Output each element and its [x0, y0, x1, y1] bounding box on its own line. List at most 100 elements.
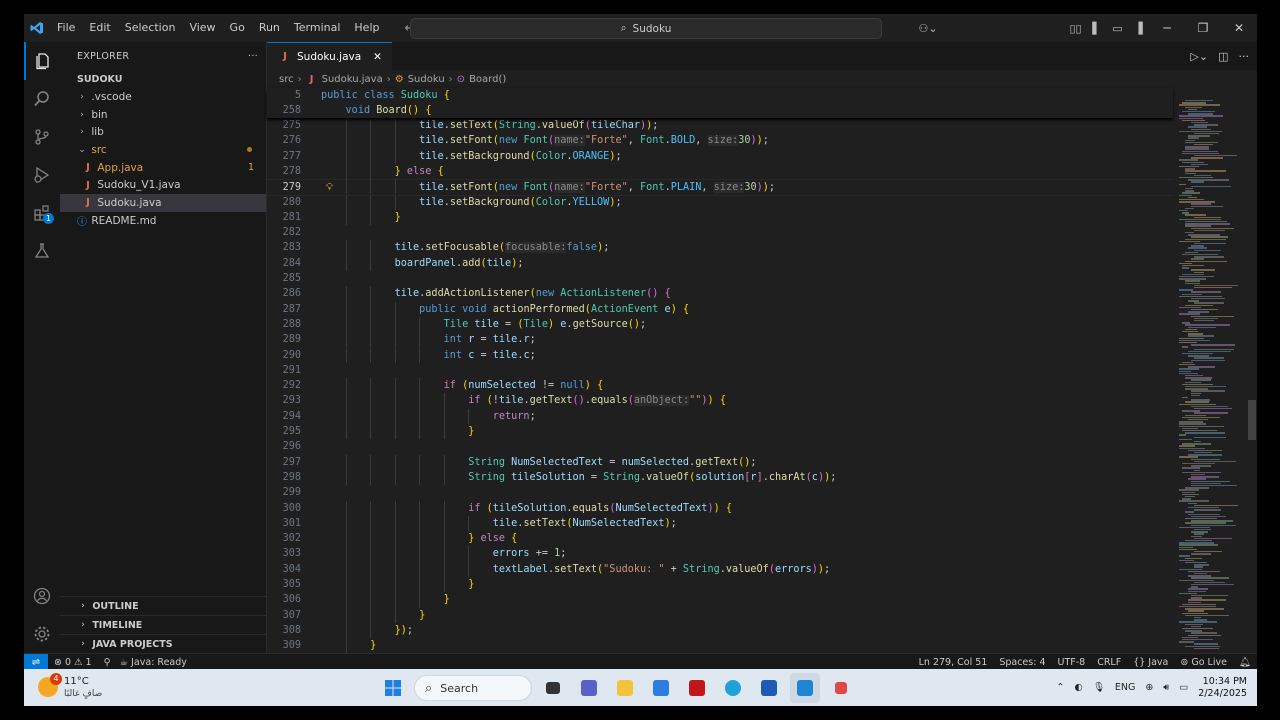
- editor-scrollbar[interactable]: [1248, 400, 1256, 440]
- code-line[interactable]: 305 }: [267, 577, 1173, 592]
- tree-item[interactable]: › bin: [60, 106, 266, 124]
- command-center-search[interactable]: ⌕ Sudoku: [410, 18, 882, 39]
- code-line[interactable]: 275 tile.setText(String.valueOf(tileChar…: [267, 118, 1173, 133]
- word-icon[interactable]: [754, 673, 784, 703]
- code-line[interactable]: 299: [267, 485, 1173, 500]
- tree-item[interactable]: J Sudoku_V1.java: [60, 176, 266, 194]
- encoding[interactable]: UTF-8: [1052, 657, 1092, 668]
- code-line[interactable]: 303 errors += 1;: [267, 546, 1173, 561]
- copilot-icon[interactable]: ⚇⌄: [911, 22, 945, 35]
- code-line[interactable]: 280 tile.setBackground(Color.YELLOW);: [267, 195, 1173, 210]
- breadcrumb-src[interactable]: src: [279, 74, 294, 85]
- code-line[interactable]: 293 if (!tile.getText().equals(anObject:…: [267, 393, 1173, 408]
- tree-item[interactable]: ⓘ README.md: [60, 212, 266, 230]
- sticky-scroll[interactable]: 5 public class Sudoku {258 void Board() {: [267, 88, 1173, 118]
- line-ending[interactable]: CRLF: [1091, 657, 1127, 668]
- toggle-secondary-sidebar-icon[interactable]: ▐: [1128, 22, 1149, 35]
- language-mode[interactable]: {} Java: [1127, 657, 1174, 668]
- show-hidden-icons-chevron-up-icon[interactable]: ⌃: [1057, 682, 1065, 693]
- problems-status[interactable]: ⊗ 0 ⚠ 1: [48, 657, 98, 668]
- network-icon[interactable]: ◐: [1074, 682, 1082, 693]
- account-icon[interactable]: [24, 577, 60, 615]
- lightbulb-icon[interactable]: 💡︎: [326, 180, 333, 195]
- code-line[interactable]: 304 textLabel.setText("Sudoku: " + Strin…: [267, 562, 1173, 577]
- breadcrumb-class[interactable]: Sudoku: [408, 74, 445, 85]
- menu-help[interactable]: Help: [347, 14, 386, 42]
- tree-item[interactable]: J App.java 1: [60, 159, 266, 177]
- java-status[interactable]: ⚲ ☕ Java: Ready: [98, 657, 193, 668]
- section-timeline[interactable]: › TIMELINE: [60, 615, 266, 634]
- run-java-icon[interactable]: ▷⌄: [1190, 50, 1208, 63]
- code-line[interactable]: 278 } else {: [267, 164, 1173, 179]
- menu-terminal[interactable]: Terminal: [287, 14, 348, 42]
- teams-icon[interactable]: [574, 673, 604, 703]
- toggle-sidebar-icon[interactable]: ▌: [1086, 22, 1107, 35]
- code-line[interactable]: 292 if (numSelected != null) {: [267, 378, 1173, 393]
- testing-flask-icon[interactable]: [24, 232, 60, 270]
- go-live-button[interactable]: ⊚ Go Live: [1174, 657, 1233, 668]
- more-actions-icon[interactable]: ···: [248, 51, 258, 62]
- menu-go[interactable]: Go: [223, 14, 252, 42]
- menu-run[interactable]: Run: [252, 14, 287, 42]
- extensions-icon[interactable]: 1: [24, 194, 60, 232]
- notifications-bell-icon[interactable]: 🔔︎: [1233, 657, 1257, 668]
- code-line[interactable]: 297 String NumSelectedText = numSelected…: [267, 455, 1173, 470]
- code-line[interactable]: 298 String tileSolution = String.valueOf…: [267, 470, 1173, 485]
- start-windows-icon[interactable]: [378, 673, 408, 703]
- tree-item[interactable]: ⌄ src: [60, 141, 266, 159]
- minimap[interactable]: [1173, 88, 1245, 653]
- indentation[interactable]: Spaces: 4: [993, 657, 1051, 668]
- code-line[interactable]: 290 int c = tile.c;: [267, 348, 1173, 363]
- code-line[interactable]: 288 Tile tile = (Tile) e.getSource();: [267, 317, 1173, 332]
- settings-gear-icon[interactable]: [24, 615, 60, 653]
- menu-file[interactable]: File: [50, 14, 82, 42]
- snipping-tool-icon[interactable]: [826, 673, 856, 703]
- source-control-icon[interactable]: [24, 118, 60, 156]
- code-line[interactable]: 296: [267, 439, 1173, 454]
- code-line[interactable]: 276 tile.setFont(new Font(name:"Forte", …: [267, 133, 1173, 148]
- mcafee-icon[interactable]: [682, 673, 712, 703]
- code-line[interactable]: 308 });: [267, 623, 1173, 638]
- globe-icon[interactable]: ⊕: [1145, 682, 1153, 693]
- code-line[interactable]: 281 }: [267, 210, 1173, 225]
- menu-edit[interactable]: Edit: [82, 14, 117, 42]
- tab-close-icon[interactable]: ✕: [373, 51, 382, 63]
- code-line[interactable]: 287 public void actionPerformed(ActionEv…: [267, 302, 1173, 317]
- weather-widget[interactable]: 4 11°C صافٍ غالبًا: [36, 673, 126, 703]
- toggle-panel-icon[interactable]: ▭: [1107, 22, 1128, 35]
- code-line[interactable]: 277 tile.setBackground(Color.ORANGE);: [267, 149, 1173, 164]
- breadcrumb-file[interactable]: Sudoku.java: [322, 74, 383, 85]
- editor-more-icon[interactable]: ···: [1239, 50, 1250, 63]
- code-line[interactable]: 309 }: [267, 638, 1173, 653]
- breadcrumb-method[interactable]: Board(): [469, 74, 506, 85]
- code-line[interactable]: 306 }: [267, 592, 1173, 607]
- customize-layout-icon[interactable]: ▯▯: [1065, 22, 1086, 35]
- battery-icon[interactable]: ▭: [1179, 682, 1188, 693]
- code-line[interactable]: 286 tile.addActionListener(new ActionLis…: [267, 286, 1173, 301]
- code-line[interactable]: 285: [267, 271, 1173, 286]
- run-debug-icon[interactable]: [24, 156, 60, 194]
- file-explorer-icon[interactable]: [610, 673, 640, 703]
- remote-icon[interactable]: ⇌: [24, 654, 48, 670]
- split-editor-icon[interactable]: ◫: [1218, 50, 1228, 63]
- cursor-position[interactable]: Ln 279, Col 51: [913, 657, 994, 668]
- store-icon[interactable]: [646, 673, 676, 703]
- input-language[interactable]: ENG: [1115, 682, 1135, 693]
- code-editor[interactable]: 5 public class Sudoku {258 void Board() {…: [267, 88, 1173, 654]
- code-line[interactable]: 300 if (tileSolution.equals(NumSelectedT…: [267, 501, 1173, 516]
- code-line[interactable]: 289 int r = tile.r;: [267, 332, 1173, 347]
- explorer-icon[interactable]: [24, 42, 60, 80]
- section-outline[interactable]: › OUTLINE: [60, 596, 266, 615]
- volume-icon[interactable]: 🔊︎: [1163, 682, 1169, 693]
- code-line[interactable]: 307 }: [267, 608, 1173, 623]
- sticky-line[interactable]: 5 public class Sudoku {: [267, 88, 1173, 103]
- clock[interactable]: 10:34 PM 2/24/2025: [1198, 676, 1247, 700]
- edge-icon[interactable]: [718, 673, 748, 703]
- tree-item[interactable]: › .vscode: [60, 88, 266, 106]
- close-icon[interactable]: ✕: [1221, 21, 1257, 35]
- tree-item[interactable]: J Sudoku.java: [60, 194, 266, 212]
- code-line[interactable]: 301 tile.setText(NumSelectedText);: [267, 516, 1173, 531]
- tab-sudoku-java[interactable]: J Sudoku.java ✕: [267, 42, 392, 70]
- microphone-icon[interactable]: 🎙︎: [1093, 682, 1105, 693]
- taskbar-search[interactable]: ⌕ Search: [414, 675, 532, 701]
